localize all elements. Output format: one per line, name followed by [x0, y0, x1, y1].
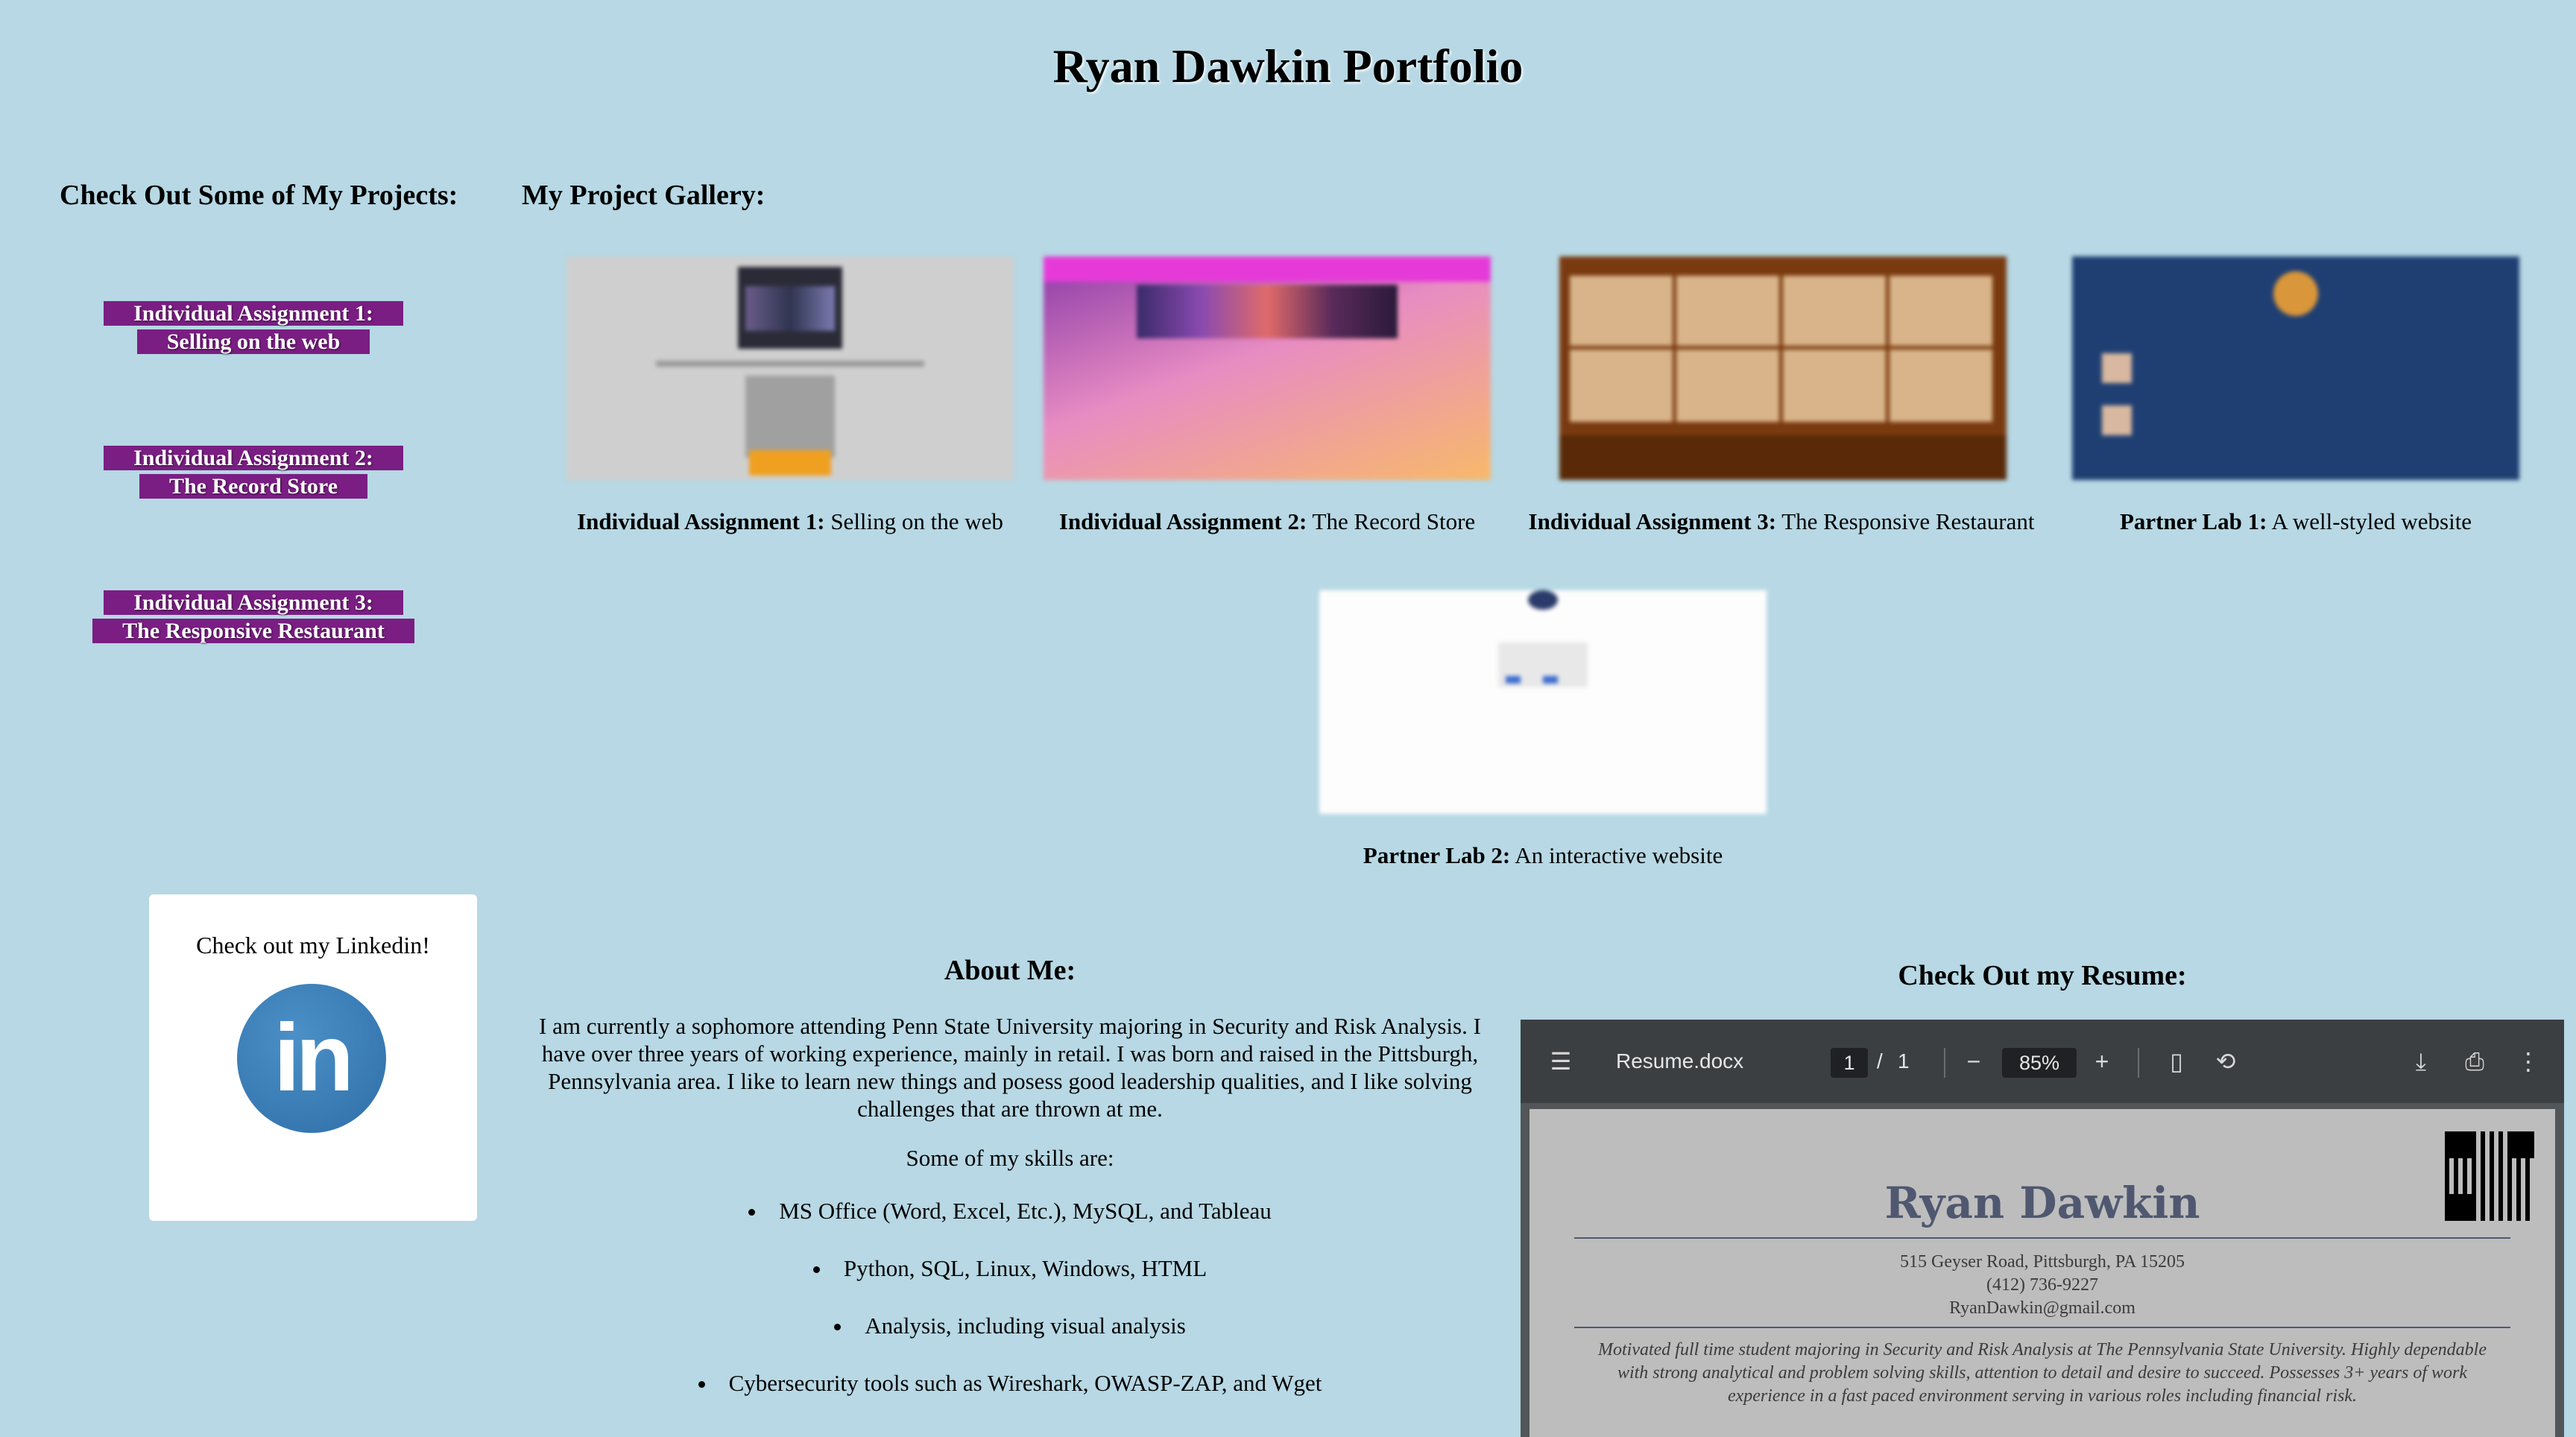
- page-number-input[interactable]: 1: [1831, 1048, 1868, 1078]
- page-total: 1: [1898, 1049, 1910, 1073]
- about-text: I am currently a sophomore attending Pen…: [539, 1013, 1481, 1122]
- about-heading: About Me:: [944, 955, 1076, 986]
- skill-item: MS Office (Word, Excel, Etc.), MySQL, an…: [522, 1197, 1498, 1225]
- pdf-page: Ryan Dawkin 515 Geyser Road, Pittsburgh,…: [1530, 1109, 2555, 1437]
- rotate-icon[interactable]: ⟲: [2212, 1048, 2239, 1075]
- linkedin-card: Check out my Linkedin! in: [149, 894, 477, 1221]
- gallery-thumb-partner-lab-1[interactable]: [2072, 256, 2519, 480]
- gallery-thumb-record-store[interactable]: [1044, 256, 1491, 480]
- print-icon[interactable]: ⎙: [2461, 1048, 2488, 1075]
- project-link-1-line1: Individual Assignment 1:: [119, 301, 388, 326]
- fit-page-icon[interactable]: ▯: [2163, 1048, 2190, 1075]
- page-separator: /: [1877, 1049, 1883, 1073]
- gallery-thumb-selling-web[interactable]: [566, 256, 1014, 480]
- skill-item: Cybersecurity tools such as Wireshark, O…: [522, 1369, 1498, 1397]
- divider: [1574, 1237, 2510, 1239]
- menu-icon[interactable]: ☰: [1547, 1048, 1574, 1075]
- skills-list: MS Office (Word, Excel, Etc.), MySQL, an…: [522, 1197, 1498, 1397]
- gallery-thumb-partner-lab-2[interactable]: [1319, 590, 1767, 814]
- pdf-file-name: Resume.docx: [1616, 1049, 1744, 1073]
- linkedin-text: Check out my Linkedin!: [196, 932, 430, 958]
- pdf-toolbar: ☰ Resume.docx 1 / 1 − 85% + ▯ ⟲ ⤓ ⎙ ⋮: [1521, 1020, 2564, 1103]
- project-link-2[interactable]: Individual Assignment 2: The Record Store: [89, 444, 417, 501]
- resume-phone: (412) 736-9227: [1986, 1275, 2098, 1295]
- gallery-caption-3: Individual Assignment 3: The Responsive …: [1528, 508, 2035, 534]
- zoom-level[interactable]: 85%: [2002, 1048, 2077, 1078]
- page-title: Ryan Dawkin Portfolio: [1052, 40, 1524, 92]
- pdf-viewer: ☰ Resume.docx 1 / 1 − 85% + ▯ ⟲ ⤓ ⎙ ⋮ Ry…: [1521, 1020, 2564, 1437]
- download-icon[interactable]: ⤓: [2408, 1048, 2434, 1075]
- projects-heading: Check Out Some of My Projects:: [60, 180, 458, 211]
- more-options-icon[interactable]: ⋮: [2515, 1048, 2542, 1075]
- project-link-2-line1: Individual Assignment 2:: [119, 446, 388, 470]
- skill-item: Python, SQL, Linux, Windows, HTML: [522, 1254, 1498, 1283]
- toolbar-divider: [2138, 1048, 2139, 1078]
- resume-name: Ryan Dawkin: [1884, 1178, 2200, 1228]
- linkedin-icon[interactable]: in: [237, 984, 386, 1133]
- gallery-heading: My Project Gallery:: [522, 180, 765, 211]
- gallery-thumb-restaurant[interactable]: [1559, 256, 2007, 480]
- project-link-3-line2: The Responsive Restaurant: [107, 619, 400, 643]
- skill-item: Analysis, including visual analysis: [522, 1312, 1498, 1340]
- gallery-caption-1: Individual Assignment 1: Selling on the …: [577, 508, 1003, 534]
- resume-address: 515 Geyser Road, Pittsburgh, PA 15205: [1899, 1252, 2185, 1272]
- zoom-in-icon[interactable]: +: [2089, 1048, 2115, 1075]
- zoom-out-icon[interactable]: −: [1960, 1048, 1987, 1075]
- project-link-1[interactable]: Individual Assignment 1: Selling on the w…: [89, 300, 417, 356]
- resume-summary: Motivated full time student majoring in …: [1597, 1340, 2487, 1406]
- toolbar-divider: [1944, 1048, 1945, 1078]
- skills-intro: Some of my skills are:: [906, 1145, 1114, 1171]
- about-section: About Me: I am currently a sophomore att…: [522, 954, 1498, 1427]
- divider: [1574, 1327, 2510, 1328]
- project-link-3-line1: Individual Assignment 3:: [119, 590, 388, 615]
- project-link-2-line2: The Record Store: [154, 474, 353, 499]
- project-link-1-line2: Selling on the web: [151, 329, 356, 354]
- gallery-caption-5: Partner Lab 2: An interactive website: [1363, 842, 1723, 868]
- resume-email: RyanDawkin@gmail.com: [1949, 1298, 2135, 1318]
- project-link-3[interactable]: Individual Assignment 3: The Responsive R…: [89, 589, 417, 645]
- gallery-caption-2: Individual Assignment 2: The Record Stor…: [1058, 508, 1476, 534]
- resume-heading: Check Out my Resume:: [1898, 960, 2187, 991]
- gallery-caption-4: Partner Lab 1: A well-styled website: [2119, 508, 2472, 534]
